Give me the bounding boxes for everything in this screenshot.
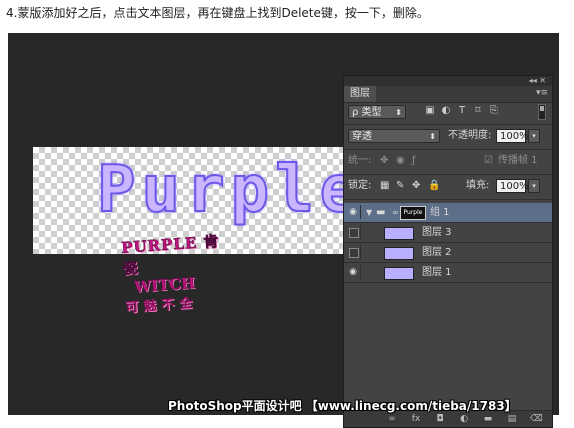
adjustment-icon[interactable]: ◐ xyxy=(458,413,470,425)
panel-collapse-bar[interactable]: ◂◂ ✕ xyxy=(344,76,552,86)
visibility-toggle[interactable] xyxy=(346,225,361,239)
divider xyxy=(344,199,552,200)
layer-thumbnail xyxy=(384,227,414,240)
expand-triangle-icon[interactable]: ▼ xyxy=(366,203,372,222)
layer-name[interactable]: 图层 3 xyxy=(422,223,452,242)
unify-position-icon[interactable]: ✥ xyxy=(380,153,388,169)
adjustment-filter-icon[interactable]: ◐ xyxy=(440,105,452,117)
layer-row[interactable]: 图层 3 xyxy=(344,223,552,243)
chevron-updown-icon: ⬍ xyxy=(429,132,436,141)
filter-type-dropdown[interactable]: ρ 类型 ⬍ xyxy=(348,105,406,119)
divider xyxy=(344,124,552,125)
lock-position-icon[interactable]: ✥ xyxy=(412,178,420,194)
canvas-text: Purple xyxy=(96,152,353,228)
link-icon: ∞ xyxy=(392,208,399,217)
photoshop-workspace: Purple PURPLE 肯瓷 WITCH 可魅不全 ◂◂ ✕ 图层 ▾≡ ρ… xyxy=(8,33,559,428)
type-filter-icon[interactable]: T xyxy=(456,105,468,117)
link-icon[interactable]: ∞ xyxy=(386,413,398,425)
divider xyxy=(344,149,552,150)
new-layer-icon[interactable]: ▤ xyxy=(506,413,518,425)
visibility-toggle[interactable] xyxy=(346,245,361,259)
filter-type-label: ρ 类型 xyxy=(352,107,382,118)
unify-style-icon[interactable]: ƒ xyxy=(412,153,416,169)
layer-filter-row: ρ 类型 ⬍ ▣ ◐ T ⌑ ⎘ xyxy=(348,104,548,120)
group-mask-thumbnail[interactable]: Purple xyxy=(400,206,426,220)
lock-transparent-icon[interactable]: ▦ xyxy=(380,178,389,194)
site-watermark: PhotoShop平面设计吧 【www.linecg.com/tieba/178… xyxy=(168,399,517,413)
mask-icon[interactable]: ◘ xyxy=(434,413,446,425)
layer-thumbnail xyxy=(384,267,414,280)
tab-layers[interactable]: 图层 xyxy=(344,86,376,102)
lock-fill-row: 锁定: ▦ ✎ ✥ 🔒 填充: 100% ▾ xyxy=(348,178,548,194)
opacity-label: 不透明度: xyxy=(448,130,492,141)
folder-icon[interactable]: ▬ xyxy=(482,413,494,425)
eye-icon[interactable]: ◉ xyxy=(346,205,361,219)
opacity-input[interactable]: 100% xyxy=(496,129,529,143)
fill-label: 填充: xyxy=(466,180,490,191)
layer-row[interactable]: ◉ 图层 1 xyxy=(344,263,552,283)
blend-mode-label: 穿透 xyxy=(352,131,372,142)
fx-icon[interactable]: fx xyxy=(410,413,422,425)
shape-filter-icon[interactable]: ⌑ xyxy=(472,105,484,117)
blend-opacity-row: 穿透 ⬍ 不透明度: 100% ▾ xyxy=(348,128,548,144)
propagate-checkbox[interactable]: ☑ xyxy=(484,153,493,169)
filter-toggle[interactable] xyxy=(538,104,546,120)
layer-row[interactable]: 图层 2 xyxy=(344,243,552,263)
layers-list: ◉ ▼ ▬ ∞ Purple 组 1 图层 3 图层 2 ◉ 图层 1 xyxy=(344,203,552,283)
layer-name[interactable]: 图层 1 xyxy=(422,263,452,282)
layer-name[interactable]: 组 1 xyxy=(430,203,450,222)
layer-row-group[interactable]: ◉ ▼ ▬ ∞ Purple 组 1 xyxy=(344,203,552,223)
fill-input[interactable]: 100% xyxy=(496,179,529,193)
unify-label: 统一: xyxy=(348,155,372,166)
lock-all-icon[interactable]: 🔒 xyxy=(428,178,440,194)
instruction-caption: 4.蒙版添加好之后，点击文本图层，再在键盘上找到Delete键，按一下，删除。 xyxy=(6,6,429,20)
purple-witch-logo: PURPLE 肯瓷 WITCH 可魅不全 xyxy=(120,229,236,316)
smart-object-filter-icon[interactable]: ⎘ xyxy=(488,105,500,117)
chevron-updown-icon: ⬍ xyxy=(395,108,402,117)
lock-label: 锁定: xyxy=(348,180,372,191)
divider xyxy=(344,174,552,175)
opacity-slider-button[interactable]: ▾ xyxy=(528,129,540,143)
unify-visibility-icon[interactable]: ◉ xyxy=(396,153,405,169)
panel-tab-bar: 图层 ▾≡ xyxy=(344,86,552,103)
menu-icon[interactable]: ▾≡ xyxy=(536,88,548,98)
image-filter-icon[interactable]: ▣ xyxy=(424,105,436,117)
blend-mode-dropdown[interactable]: 穿透 ⬍ xyxy=(348,129,440,143)
lock-paint-icon[interactable]: ✎ xyxy=(396,178,404,194)
trash-icon[interactable]: ⌫ xyxy=(530,413,543,425)
layer-thumbnail xyxy=(384,247,414,260)
fill-slider-button[interactable]: ▾ xyxy=(528,179,540,193)
propagate-label: 传播帧 1 xyxy=(498,155,538,166)
eye-icon[interactable]: ◉ xyxy=(346,265,361,279)
layer-name[interactable]: 图层 2 xyxy=(422,243,452,262)
unify-row: 统一: ✥ ◉ ƒ ☑ 传播帧 1 xyxy=(348,153,548,169)
folder-icon: ▬ xyxy=(376,207,386,218)
layers-panel: ◂◂ ✕ 图层 ▾≡ ρ 类型 ⬍ ▣ ◐ T ⌑ ⎘ 穿透 ⬍ 不透明度: 1… xyxy=(343,75,553,428)
